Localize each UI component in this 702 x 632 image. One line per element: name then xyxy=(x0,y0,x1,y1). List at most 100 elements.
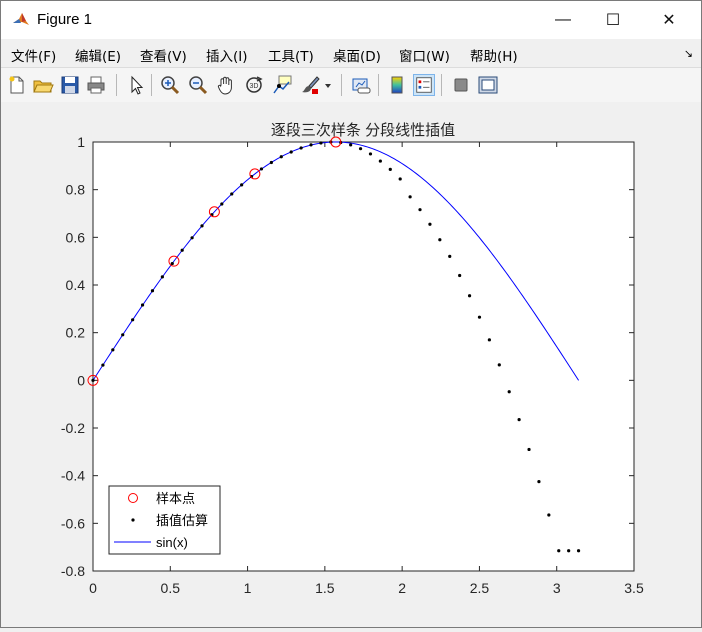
hide-plot-tools-icon[interactable] xyxy=(450,74,472,96)
save-icon[interactable] xyxy=(59,74,81,96)
estimate-point xyxy=(547,513,551,517)
rotate-3d-icon[interactable]: 3D xyxy=(243,74,265,96)
pan-hand-icon[interactable] xyxy=(215,74,237,96)
print-icon[interactable] xyxy=(85,74,107,96)
new-figure-icon[interactable] xyxy=(6,74,28,96)
estimate-point xyxy=(567,549,571,553)
estimate-point xyxy=(537,480,541,484)
y-tick-label: 0.4 xyxy=(66,277,86,293)
estimate-point xyxy=(299,146,303,150)
brush-icon[interactable] xyxy=(299,74,321,96)
y-tick-label: -0.6 xyxy=(61,515,85,531)
estimate-point xyxy=(349,143,353,147)
figure-canvas: 逐段三次样条 分段线性插值 0 0.5 1 1.5 2 2.5 3 3.5 -0.8 -0.6 -0… xyxy=(1,102,701,627)
legend-label-estimates: 插值估算 xyxy=(156,513,208,528)
zoom-in-icon[interactable] xyxy=(159,74,181,96)
title-bar[interactable]: Figure 1 — ☐ ✕ xyxy=(1,1,701,39)
chart-title: 逐段三次样条 分段线性插值 xyxy=(271,122,455,139)
estimate-point xyxy=(438,238,442,242)
estimate-point xyxy=(150,289,155,293)
estimate-point xyxy=(259,167,264,171)
x-tick-label: 2 xyxy=(398,580,406,596)
estimate-point xyxy=(428,222,432,226)
figure-window: Figure 1 — ☐ ✕ 文件(F) 编辑(E) 查看(V) 插入(I) 工… xyxy=(0,0,702,628)
show-plot-tools-icon[interactable] xyxy=(477,74,499,96)
estimate-point xyxy=(358,147,363,151)
estimate-point xyxy=(477,315,482,319)
estimate-point xyxy=(121,333,125,337)
toolbar-separator xyxy=(378,74,379,96)
window-title: Figure 1 xyxy=(37,11,93,28)
estimate-point xyxy=(309,143,313,147)
estimate-point xyxy=(458,273,462,278)
menu-help[interactable]: 帮助(H) xyxy=(470,45,518,65)
dock-arrow-icon[interactable]: ↘ xyxy=(684,47,693,60)
estimate-point xyxy=(140,303,145,307)
minimize-button[interactable]: — xyxy=(540,1,586,39)
close-icon: ✕ xyxy=(662,12,676,29)
x-tick-label: 1.5 xyxy=(315,580,335,596)
legend[interactable]: 样本点 插值估算 sin(x) xyxy=(108,485,221,555)
x-tick-label: 3 xyxy=(553,580,561,596)
toolbar-separator xyxy=(116,74,117,96)
y-tick-label: -0.2 xyxy=(61,420,85,436)
estimate-point xyxy=(279,155,283,159)
estimate-point xyxy=(170,261,174,266)
estimate-point xyxy=(497,363,501,367)
y-tick-label: 0.8 xyxy=(66,182,86,198)
y-tick-label: 0 xyxy=(77,372,85,388)
menu-view[interactable]: 查看(V) xyxy=(140,45,187,65)
maximize-button[interactable]: ☐ xyxy=(590,1,636,39)
estimate-point xyxy=(200,224,204,228)
estimate-point xyxy=(190,236,194,240)
select-arrow-icon[interactable] xyxy=(125,74,147,96)
menu-tools[interactable]: 工具(T) xyxy=(268,45,314,65)
menu-bar: 文件(F) 编辑(E) 查看(V) 插入(I) 工具(T) 桌面(D) 窗口(W… xyxy=(1,39,701,67)
estimate-point xyxy=(448,254,452,258)
x-tick-label: 2.5 xyxy=(470,580,490,596)
estimate-point xyxy=(160,275,164,279)
estimate-point xyxy=(467,294,472,298)
svg-text:3D: 3D xyxy=(250,83,259,90)
figure-toolbar: 3D xyxy=(1,67,701,103)
estimate-point xyxy=(418,208,422,212)
estimate-point xyxy=(220,202,224,206)
y-tick-label: 1 xyxy=(77,134,85,150)
data-cursor-icon[interactable] xyxy=(271,74,293,96)
legend-icon[interactable] xyxy=(413,74,435,96)
estimate-point xyxy=(517,418,521,422)
estimate-point xyxy=(378,159,382,163)
brush-dropdown-icon[interactable] xyxy=(323,74,333,96)
menu-desktop[interactable]: 桌面(D) xyxy=(333,45,381,65)
plot-svg: 逐段三次样条 分段线性插值 0 0.5 1 1.5 2 2.5 3 3.5 -0.8 -0.6 -0… xyxy=(1,102,701,627)
link-plot-icon[interactable] xyxy=(350,74,372,96)
toolbar-separator xyxy=(341,74,342,96)
colorbar-icon[interactable] xyxy=(386,74,408,96)
x-tick-label: 0.5 xyxy=(161,580,181,596)
maximize-icon: ☐ xyxy=(605,12,621,29)
legend-label-sin: sin(x) xyxy=(156,535,188,550)
y-tick-label: 0.6 xyxy=(66,229,86,245)
y-tick-label: -0.8 xyxy=(61,563,85,579)
estimate-point xyxy=(408,195,412,199)
estimate-point xyxy=(368,152,373,156)
close-button[interactable]: ✕ xyxy=(646,1,692,39)
estimate-point xyxy=(507,390,511,394)
estimate-point xyxy=(269,160,273,165)
menu-edit[interactable]: 编辑(E) xyxy=(75,45,121,65)
menu-insert[interactable]: 插入(I) xyxy=(206,45,248,65)
matlab-logo-icon xyxy=(11,10,31,30)
estimate-point xyxy=(576,549,581,553)
estimate-point xyxy=(111,348,115,352)
estimate-point xyxy=(388,167,392,172)
toolbar-separator xyxy=(151,74,152,96)
estimate-point xyxy=(91,378,95,382)
open-file-icon[interactable] xyxy=(32,74,54,96)
menu-file[interactable]: 文件(F) xyxy=(11,45,56,65)
legend-label-samples: 样本点 xyxy=(156,491,195,506)
zoom-out-icon[interactable] xyxy=(187,74,209,96)
menu-window[interactable]: 窗口(W) xyxy=(399,45,450,65)
estimate-point xyxy=(230,192,234,196)
estimate-point xyxy=(180,248,184,252)
minimize-icon: — xyxy=(555,11,571,28)
